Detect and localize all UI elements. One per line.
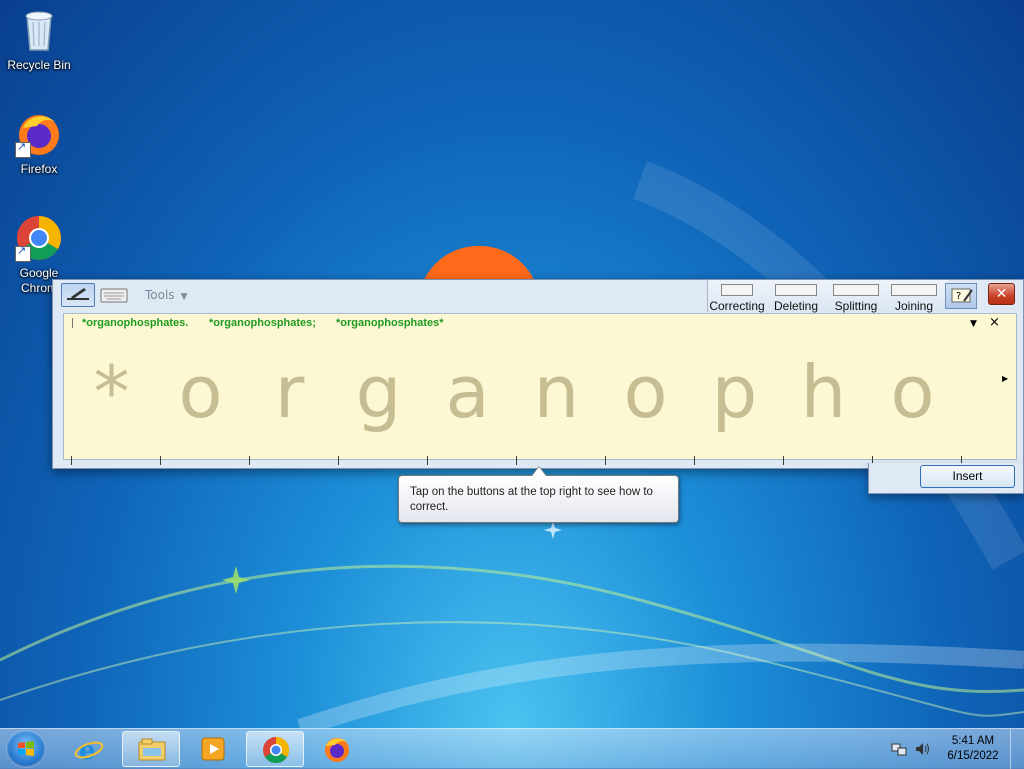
tooltip-text: Tap on the buttons at the top right to s… [410,486,653,513]
writing-pad-button[interactable] [61,283,95,307]
splitting-icon [833,284,879,296]
text-cursor [72,318,73,328]
alternates-dropdown-icon[interactable]: ▼ [970,319,977,329]
file-explorer-icon [138,738,166,761]
input-panel-toolbar: Tools ▼ Correcting Deleting Splitting Joi… [53,280,1023,313]
recognized-character[interactable]: r [245,352,334,432]
recognized-character[interactable]: n [512,352,601,432]
network-icon[interactable] [891,741,907,757]
firefox-icon [15,110,63,158]
help-tooltip: Tap on the buttons at the top right to s… [398,466,679,523]
chevron-down-icon: ▼ [180,292,188,302]
taskbar-file-explorer[interactable] [122,731,180,767]
show-desktop-button[interactable] [1010,729,1024,769]
start-button[interactable] [6,730,46,768]
tools-menu[interactable]: Tools ▼ [145,288,187,302]
windows-logo-icon [18,741,34,756]
tools-label: Tools [145,288,175,302]
svg-text:e: e [79,736,96,763]
recycle-bin-icon [15,6,63,54]
chrome-icon [263,736,290,764]
recognized-character[interactable]: o [601,352,690,432]
character-separator [516,456,517,465]
close-button[interactable]: ✕ [988,283,1015,305]
deleting-label: Deleting [773,299,819,313]
desktop-icon-label: Recycle Bin [7,58,71,72]
volume-icon[interactable] [914,741,930,757]
character-separator [160,456,161,465]
writing-pad-icon [67,288,89,300]
character-separator [427,456,428,465]
taskbar-chrome[interactable] [246,731,304,767]
firefox-icon [325,738,349,762]
scroll-right-icon[interactable]: ▶ [1002,374,1008,383]
joining-icon [891,284,937,296]
shortcut-arrow-icon [15,244,31,262]
clock-date: 6/15/2022 [947,750,999,762]
input-panel: Tools ▼ Correcting Deleting Splitting Joi… [52,279,1024,469]
clock-time: 5:41 AM [951,735,995,747]
splitting-button[interactable]: Splitting [828,284,884,313]
taskbar: e 5:41 AM 6/15/2022 [0,728,1024,769]
recognized-character[interactable]: * [67,352,156,432]
correction-help-buttons: Correcting Deleting Splitting Joining [707,280,948,313]
character-separator [605,456,606,465]
shortcut-arrow-icon [15,140,31,158]
tooltip-pointer [531,466,547,476]
character-separator [338,456,339,465]
close-icon: ✕ [995,286,1008,302]
internet-explorer-icon: e [74,736,104,763]
correcting-button[interactable]: Correcting [709,284,765,313]
joining-label: Joining [894,299,934,313]
correcting-label: Correcting [709,299,765,313]
desktop-icon-firefox[interactable]: Firefox [1,110,77,177]
insert-button[interactable]: Insert [920,465,1015,488]
alternates-close-icon[interactable]: × [989,315,1000,330]
keyboard-icon [100,288,128,303]
deleting-icon [775,284,817,296]
correcting-icon [721,284,753,296]
taskbar-firefox[interactable] [308,731,366,767]
taskbar-media-player[interactable] [184,731,242,767]
character-separator [694,456,695,465]
recognized-character[interactable]: g [334,352,423,432]
keyboard-button[interactable] [97,283,131,307]
character-separator [71,456,72,465]
alternate-item[interactable]: *organophosphates* [336,317,444,329]
deleting-button[interactable]: Deleting [768,284,824,313]
recognized-character[interactable]: o [868,352,957,432]
writing-area[interactable]: *organophosphates. *organophosphates; *o… [63,313,1017,465]
help-topics-button[interactable]: ? [945,283,977,309]
recognized-characters: * o r g a n o p h o [64,352,1016,465]
alternate-item[interactable]: *organophosphates; [209,317,316,329]
recognized-character[interactable]: h [779,352,868,432]
taskbar-internet-explorer[interactable]: e [60,731,118,767]
svg-text:?: ? [956,291,961,302]
alternate-item[interactable]: *organophosphates. [82,317,188,329]
clock[interactable]: 5:41 AM 6/15/2022 [940,734,1006,764]
character-separator [783,456,784,465]
recognized-character[interactable]: o [156,352,245,432]
notepad-help-icon: ? [951,288,973,303]
joining-button[interactable]: Joining [886,284,942,313]
desktop-icon-label: Firefox [20,162,58,176]
system-tray: 5:41 AM 6/15/2022 [888,729,1024,769]
character-separator [249,456,250,465]
chrome-icon [15,214,63,262]
recognized-character[interactable]: p [690,352,779,432]
desktop-icon-recycle-bin[interactable]: Recycle Bin [1,6,77,73]
splitting-label: Splitting [834,299,878,313]
media-player-icon [201,737,225,761]
recognized-character[interactable]: a [423,352,512,432]
